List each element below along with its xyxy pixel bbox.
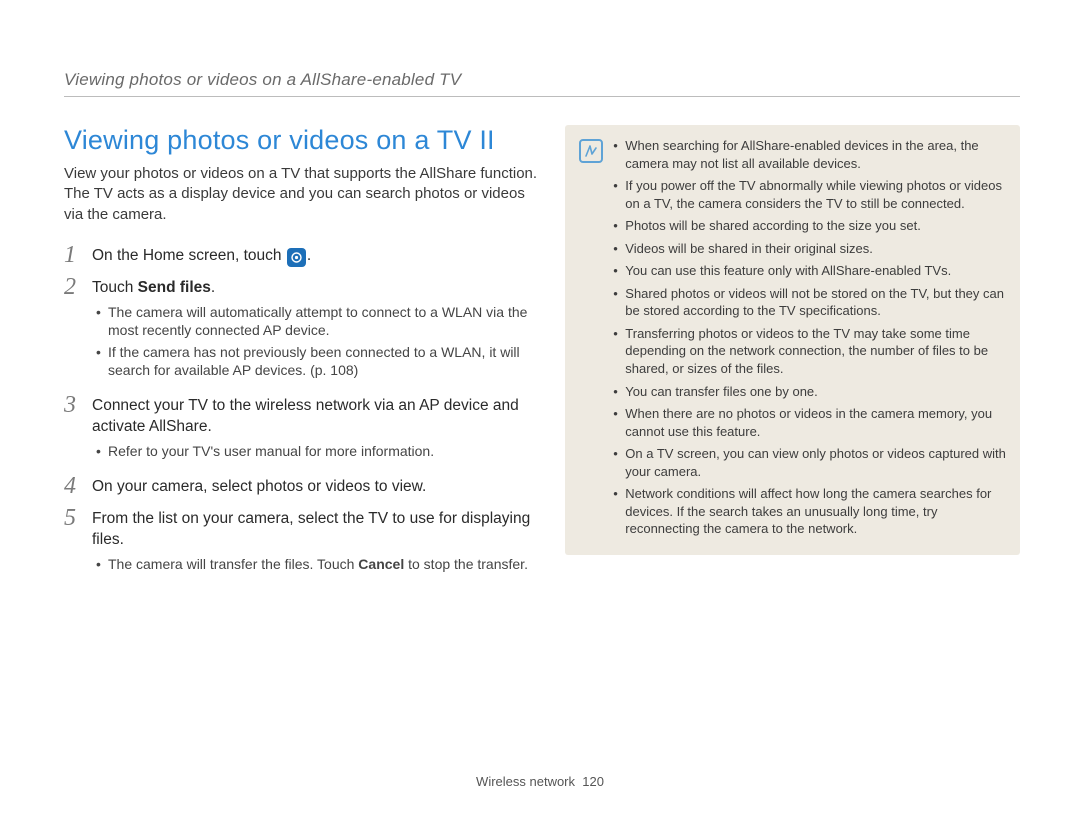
step-sub-item: If the camera has not previously been co… [96, 343, 537, 379]
step-text-pre: On the Home screen, touch [92, 247, 286, 264]
step-text: Connect your TV to the wireless network … [92, 397, 519, 435]
note-icon [579, 139, 603, 163]
note-item: On a TV screen, you can view only photos… [613, 445, 1006, 480]
page-footer: Wireless network 120 [0, 774, 1080, 789]
allshare-icon [287, 248, 306, 267]
step-text-bold: Send files [138, 279, 211, 296]
footer-section: Wireless network [476, 774, 575, 789]
note-item: Photos will be shared according to the s… [613, 217, 1006, 235]
note-item: If you power off the TV abnormally while… [613, 177, 1006, 212]
page-header: Viewing photos or videos on a AllShare-e… [64, 70, 1020, 97]
note-item: When searching for AllShare-enabled devi… [613, 137, 1006, 172]
step-4: 4 On your camera, select photos or video… [64, 474, 537, 498]
section-title: Viewing photos or videos on a TV II [64, 125, 537, 156]
step-text-pre: Touch [92, 279, 138, 296]
step-number: 2 [64, 275, 82, 299]
step-text: On your camera, select photos or videos … [92, 478, 426, 495]
content-columns: Viewing photos or videos on a TV II View… [64, 125, 1020, 587]
note-item: When there are no photos or videos in th… [613, 405, 1006, 440]
step-1: 1 On the Home screen, touch . [64, 243, 537, 267]
step-number: 5 [64, 506, 82, 530]
notes-list: When searching for AllShare-enabled devi… [613, 137, 1006, 543]
step-number: 3 [64, 393, 82, 417]
note-item: Videos will be shared in their original … [613, 240, 1006, 258]
step-sub-item: The camera will transfer the files. Touc… [96, 555, 537, 573]
step-3: 3 Connect your TV to the wireless networ… [64, 393, 537, 466]
note-item: Network conditions will affect how long … [613, 485, 1006, 538]
step-5: 5 From the list on your camera, select t… [64, 506, 537, 579]
note-item: You can use this feature only with AllSh… [613, 262, 1006, 280]
step-sub-item: The camera will automatically attempt to… [96, 303, 537, 339]
intro-paragraph: View your photos or videos on a TV that … [64, 164, 537, 225]
steps-list: 1 On the Home screen, touch . 2 Touch Se… [64, 243, 537, 580]
step-number: 4 [64, 474, 82, 498]
note-item: Transferring photos or videos to the TV … [613, 325, 1006, 378]
right-column: When searching for AllShare-enabled devi… [565, 125, 1020, 587]
left-column: Viewing photos or videos on a TV II View… [64, 125, 537, 587]
step-2: 2 Touch Send files. The camera will auto… [64, 275, 537, 386]
step-number: 1 [64, 243, 82, 267]
step-text-post: . [307, 247, 311, 264]
step-text: From the list on your camera, select the… [92, 510, 530, 548]
step-text-post: . [211, 279, 215, 296]
footer-page-number: 120 [582, 774, 604, 789]
note-item: Shared photos or videos will not be stor… [613, 285, 1006, 320]
note-box: When searching for AllShare-enabled devi… [565, 125, 1020, 555]
step-sub-item: Refer to your TV's user manual for more … [96, 442, 537, 460]
note-item: You can transfer files one by one. [613, 383, 1006, 401]
manual-page: Viewing photos or videos on a AllShare-e… [0, 0, 1080, 815]
